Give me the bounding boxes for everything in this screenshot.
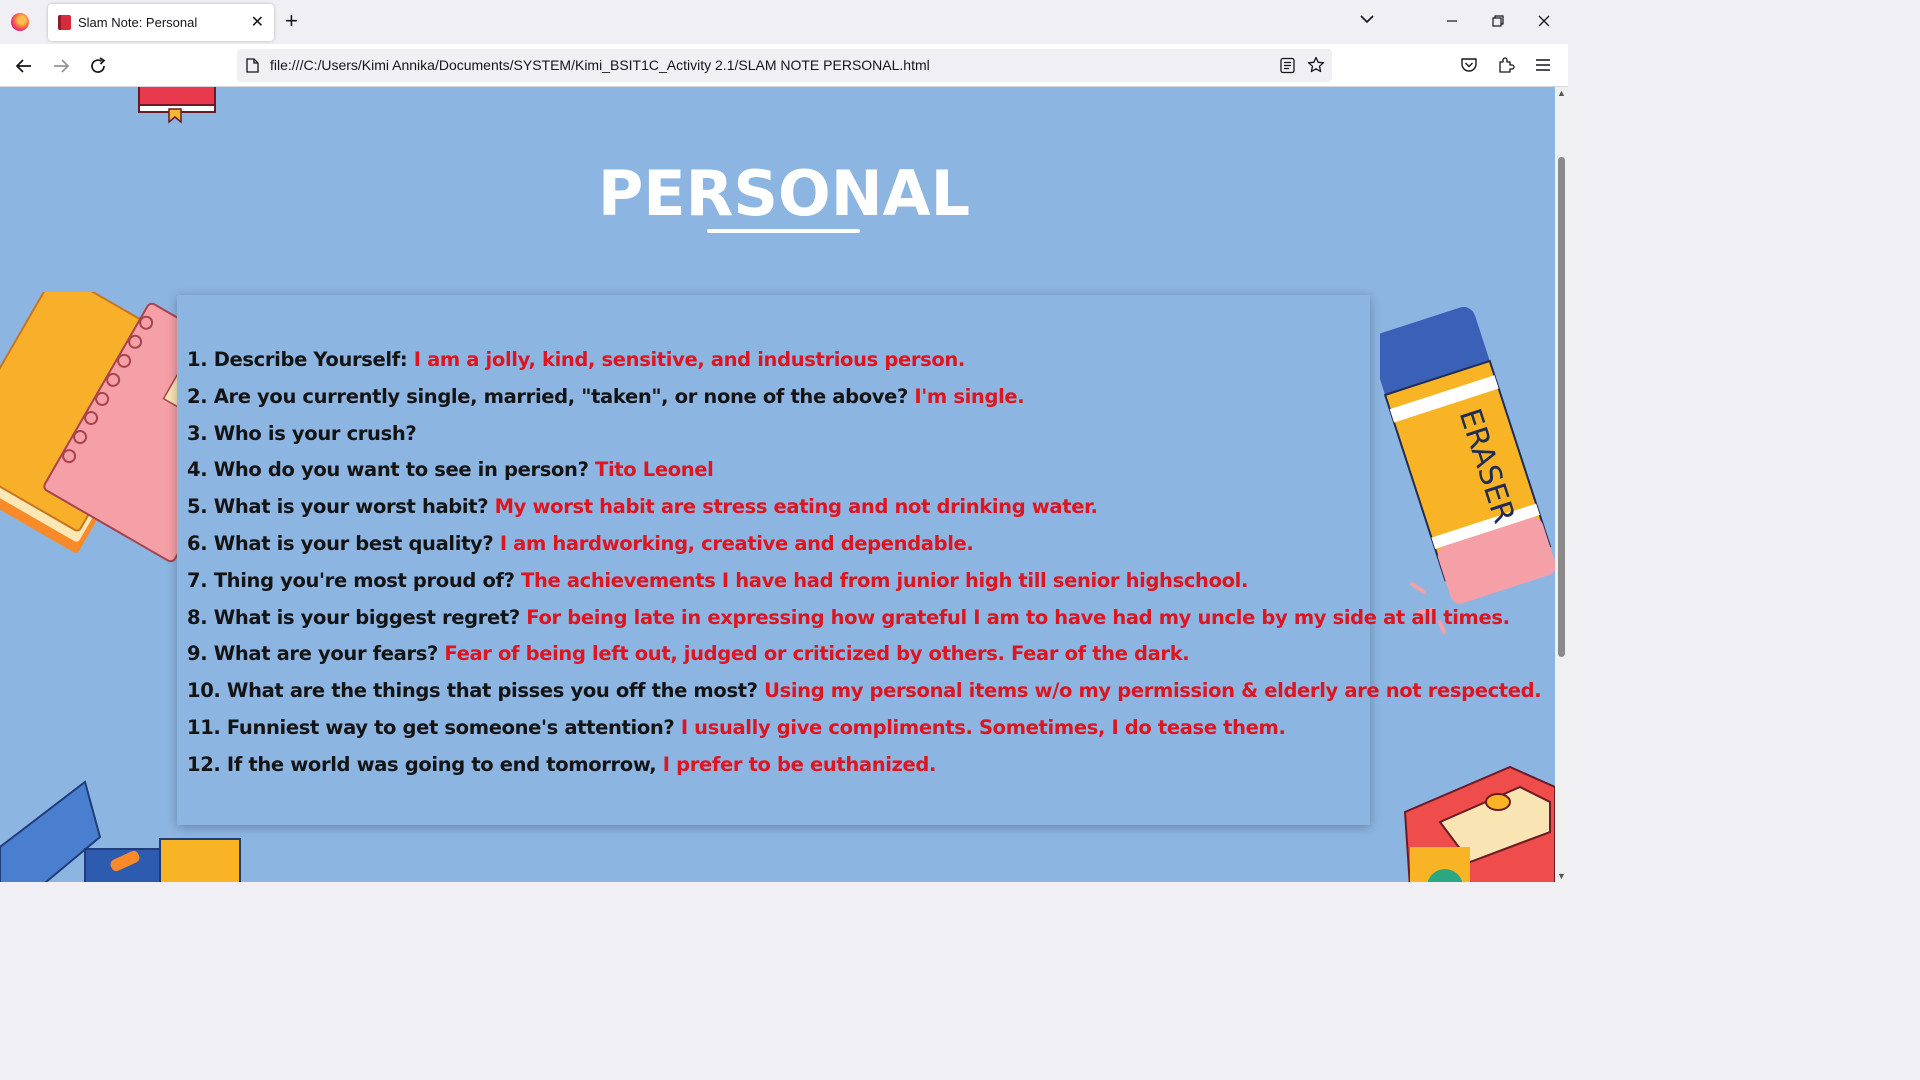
question-item: 3. Who is your crush?	[187, 416, 1541, 453]
bookmark-star-icon[interactable]	[1307, 56, 1325, 74]
question-text: 9. What are your fears?	[187, 642, 438, 666]
title-underline	[707, 229, 860, 233]
question-text: 12. If the world was going to end tomorr…	[187, 752, 657, 776]
reload-icon[interactable]	[87, 55, 109, 77]
scrollbar-thumb[interactable]	[1558, 157, 1565, 657]
questions-list: 1. Describe Yourself: I am a jolly, kind…	[187, 342, 1542, 784]
answer-text: Using my personal items w/o my permissio…	[764, 679, 1542, 703]
vertical-scrollbar[interactable]: ▲ ▼	[1555, 87, 1568, 882]
question-text: 7. Thing you're most proud of?	[187, 568, 515, 592]
file-page-icon	[246, 58, 259, 73]
questions-card: 1. Describe Yourself: I am a jolly, kind…	[177, 295, 1542, 825]
tab-title: Slam Note: Personal	[78, 15, 198, 30]
pocket-icon[interactable]	[1460, 56, 1478, 74]
question-text: 11. Funniest way to get someone's attent…	[187, 715, 675, 739]
extensions-puzzle-icon[interactable]	[1497, 56, 1515, 74]
answer-text: I prefer to be euthanized.	[662, 752, 937, 776]
answer-text: The achievements I have had from junior …	[521, 568, 1249, 592]
navigation-bar: file:///C:/Users/Kimi Annika/Documents/S…	[0, 44, 1568, 87]
answer-text: Fear of being left out, judged or critic…	[444, 642, 1190, 666]
book-illustration-icon	[138, 87, 216, 124]
answer-text: For being late in expressing how gratefu…	[526, 605, 1510, 629]
question-item: 6. What is your best quality? I am hardw…	[187, 526, 1541, 563]
hamburger-menu-icon[interactable]	[1534, 56, 1552, 74]
question-text: 4. Who do you want to see in person?	[187, 458, 589, 482]
question-item: 9. What are your fears? Fear of being le…	[187, 636, 1541, 673]
tab-list-chevron-down-icon[interactable]	[1358, 10, 1376, 28]
close-window-icon[interactable]	[1533, 10, 1555, 32]
answer-text: I usually give compliments. Sometimes, I…	[680, 715, 1286, 739]
question-item: 10. What are the things that pisses you …	[187, 673, 1542, 710]
close-tab-icon[interactable]: ✕	[251, 12, 264, 32]
question-item: 8. What is your biggest regret? For bein…	[187, 600, 1541, 637]
question-item: 11. Funniest way to get someone's attent…	[187, 710, 1541, 747]
question-item: 4. Who do you want to see in person? Tit…	[187, 452, 1541, 489]
restore-icon[interactable]	[1487, 10, 1509, 32]
question-item: 7. Thing you're most proud of? The achie…	[187, 563, 1541, 600]
address-bar[interactable]: file:///C:/Users/Kimi Annika/Documents/S…	[237, 49, 1332, 82]
question-text: 5. What is your worst habit?	[187, 495, 489, 519]
answer-text: Tito Leonel	[595, 458, 714, 482]
question-item: 5. What is your worst habit? My worst ha…	[187, 489, 1541, 526]
forward-arrow-icon[interactable]	[50, 55, 72, 77]
reader-view-icon[interactable]	[1279, 57, 1296, 74]
question-item: 1. Describe Yourself: I am a jolly, kind…	[187, 342, 1541, 379]
answer-text: I am hardworking, creative and dependabl…	[499, 531, 974, 555]
minimize-icon[interactable]	[1441, 10, 1463, 32]
question-item: 12. If the world was going to end tomorr…	[187, 747, 1541, 784]
book-favicon-icon	[58, 15, 71, 30]
question-text: 3. Who is your crush?	[187, 421, 417, 445]
back-arrow-icon[interactable]	[13, 55, 35, 77]
question-text: 2. Are you currently single, married, "t…	[187, 384, 908, 408]
question-text: 8. What is your biggest regret?	[187, 605, 520, 629]
active-tab[interactable]: Slam Note: Personal ✕	[48, 4, 274, 41]
question-item: 2. Are you currently single, married, "t…	[187, 379, 1541, 416]
question-text: 1. Describe Yourself:	[187, 348, 408, 371]
question-text: 10. What are the things that pisses you …	[187, 679, 758, 703]
answer-text: My worst habit are stress eating and not…	[494, 495, 1098, 519]
answer-text: I am a jolly, kind, sensitive, and indus…	[413, 348, 966, 371]
answer-text: I'm single.	[914, 384, 1025, 408]
scroll-down-arrow-icon[interactable]: ▼	[1557, 871, 1566, 881]
page-viewport: ERASER PERSONAL 1. Describe Yourself: I …	[0, 87, 1555, 882]
new-tab-icon[interactable]: +	[285, 9, 298, 33]
firefox-logo-icon	[11, 13, 29, 31]
scroll-up-arrow-icon[interactable]: ▲	[1557, 88, 1566, 98]
page-title: PERSONAL	[597, 157, 971, 230]
question-text: 6. What is your best quality?	[187, 531, 494, 555]
tab-bar: Slam Note: Personal ✕ +	[0, 0, 1568, 44]
url-text[interactable]: file:///C:/Users/Kimi Annika/Documents/S…	[270, 57, 930, 73]
